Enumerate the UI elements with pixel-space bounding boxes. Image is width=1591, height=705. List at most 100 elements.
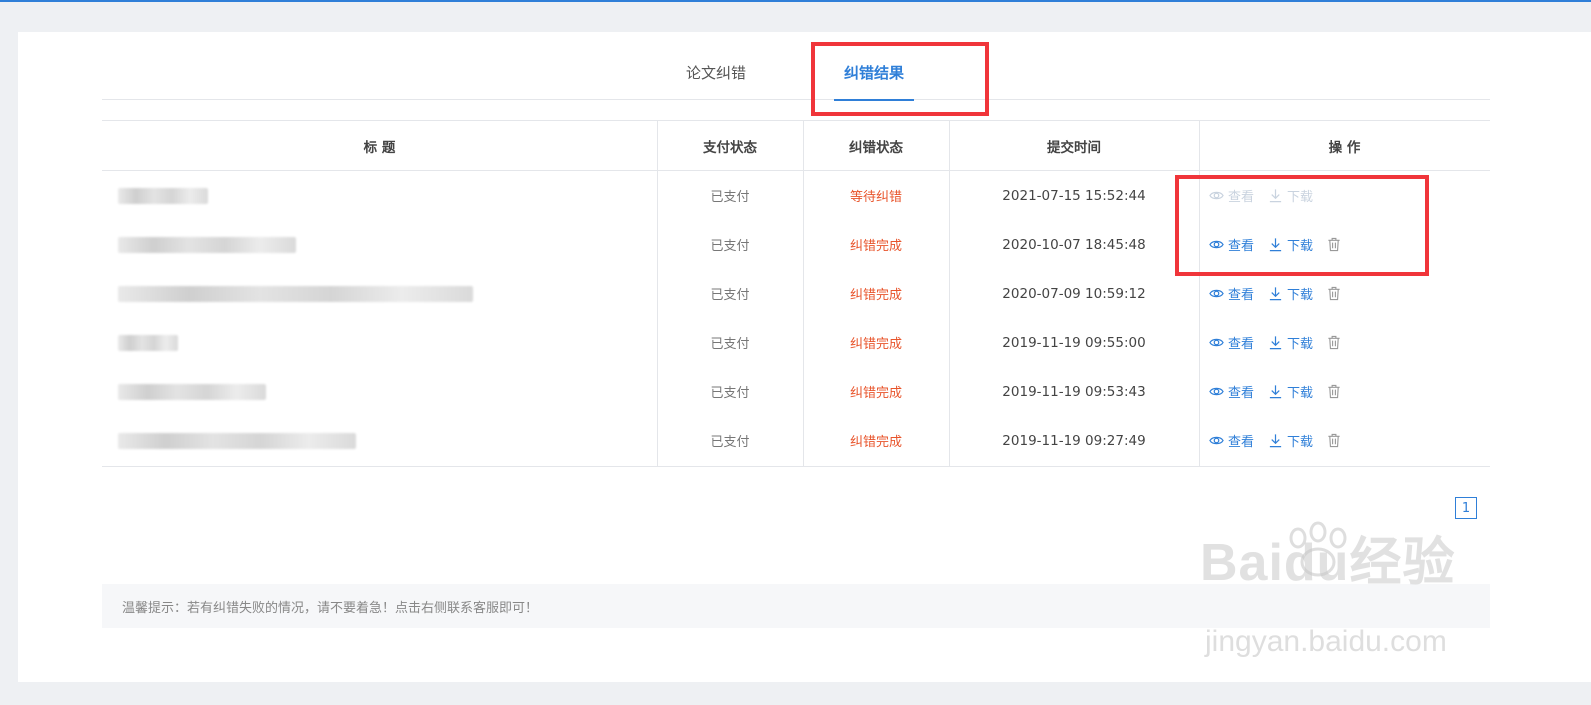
actions-cell: 查看 下载	[1199, 416, 1490, 465]
actions-cell: 查看 下载	[1199, 171, 1490, 220]
header-submit-time: 提交时间	[1047, 139, 1101, 156]
trash-icon	[1328, 433, 1340, 448]
tab-bar: 论文纠错 纠错结果	[102, 32, 1490, 101]
blurred-title	[118, 383, 266, 400]
table-row: 已支付 纠错完成 2019-11-19 09:27:49 查看 下载	[102, 416, 1490, 465]
download-button[interactable]: 下载	[1268, 284, 1313, 303]
delete-button[interactable]	[1327, 433, 1341, 448]
pay-status-cell: 已支付	[710, 190, 750, 205]
correction-status-cell: 纠错完成	[849, 435, 902, 450]
download-icon	[1269, 238, 1282, 252]
tip-text: 温馨提示：若有纠错失败的情况，请不要着急！点击右侧联系客服即可！	[122, 600, 539, 616]
page-number-button[interactable]: 1	[1455, 497, 1477, 519]
table-header-row: 标 题 支付状态 纠错状态 提交时间 操 作	[102, 121, 1490, 171]
correction-status-cell: 纠错完成	[849, 337, 902, 352]
header-actions: 操 作	[1328, 139, 1361, 156]
title-cell[interactable]	[102, 269, 657, 318]
title-cell[interactable]	[102, 220, 657, 269]
table-row: 已支付 纠错完成 2019-11-19 09:53:43 查看 下载	[102, 367, 1490, 416]
top-accent-line	[0, 0, 1591, 2]
view-button[interactable]: 查看	[1209, 382, 1254, 401]
trash-icon	[1328, 286, 1340, 301]
title-cell[interactable]	[102, 318, 657, 367]
view-label: 查看	[1228, 337, 1255, 352]
download-button[interactable]: 下载	[1268, 235, 1313, 254]
column-divider	[949, 121, 950, 467]
download-label: 下载	[1287, 337, 1314, 352]
title-cell[interactable]	[102, 367, 657, 416]
download-button[interactable]: 下载	[1268, 333, 1313, 352]
delete-button[interactable]	[1327, 237, 1341, 252]
download-label: 下载	[1287, 288, 1314, 303]
correction-status-cell: 纠错完成	[849, 386, 902, 401]
download-button[interactable]: 下载	[1268, 431, 1313, 450]
view-button[interactable]: 查看	[1209, 333, 1254, 352]
eye-icon	[1209, 191, 1224, 200]
view-label: 查看	[1228, 239, 1255, 254]
header-correction-status: 纠错状态	[849, 139, 903, 156]
correction-status-cell: 纠错完成	[849, 288, 902, 303]
view-button[interactable]: 查看	[1209, 235, 1254, 254]
submit-time-cell: 2020-07-09 10:59:12	[1002, 285, 1146, 302]
tip-banner: 温馨提示：若有纠错失败的情况，请不要着急！点击右侧联系客服即可！	[102, 584, 1490, 628]
tab-correction-results[interactable]: 纠错结果	[833, 62, 915, 101]
view-button[interactable]: 查看	[1209, 186, 1254, 205]
results-table: 标 题 支付状态 纠错状态 提交时间 操 作 已支付 等待纠错 2021-07-15…	[102, 120, 1490, 467]
table-row: 已支付 纠错完成 2020-10-07 18:45:48 查看 下载	[102, 220, 1490, 269]
view-label: 查看	[1228, 288, 1255, 303]
pay-status-cell: 已支付	[710, 386, 750, 401]
actions-cell: 查看 下载	[1199, 269, 1490, 318]
submit-time-cell: 2019-11-19 09:53:43	[1002, 383, 1146, 400]
download-icon	[1269, 385, 1282, 399]
delete-button[interactable]	[1327, 335, 1341, 350]
main-panel: 论文纠错 纠错结果 标 题 支付状态 纠错状态 提交时间 操 作 已支付 等待纠错…	[18, 32, 1591, 682]
eye-icon	[1209, 387, 1224, 396]
table-bottom-border	[102, 466, 1490, 467]
view-button[interactable]: 查看	[1209, 431, 1254, 450]
actions-cell: 查看 下载	[1199, 318, 1490, 367]
correction-status-cell: 纠错完成	[849, 239, 902, 254]
actions-cell: 查看 下载	[1199, 367, 1490, 416]
title-cell[interactable]	[102, 416, 657, 465]
eye-icon	[1209, 338, 1224, 347]
eye-icon	[1209, 240, 1224, 249]
header-pay-status: 支付状态	[703, 139, 757, 156]
actions-cell: 查看 下载	[1199, 220, 1490, 269]
tab-paper-correction[interactable]: 论文纠错	[686, 62, 746, 100]
blurred-title	[118, 285, 473, 302]
eye-icon	[1209, 436, 1224, 445]
submit-time-cell: 2019-11-19 09:27:49	[1002, 432, 1146, 449]
pay-status-cell: 已支付	[710, 337, 750, 352]
submit-time-cell: 2020-10-07 18:45:48	[1002, 236, 1146, 253]
view-label: 查看	[1228, 435, 1255, 450]
download-label: 下载	[1287, 190, 1314, 205]
view-label: 查看	[1228, 386, 1255, 401]
table-row: 已支付 纠错完成 2019-11-19 09:55:00 查看 下载	[102, 318, 1490, 367]
view-button[interactable]: 查看	[1209, 284, 1254, 303]
download-button[interactable]: 下载	[1268, 186, 1313, 205]
column-divider	[803, 121, 804, 467]
eye-icon	[1209, 289, 1224, 298]
trash-icon	[1328, 335, 1340, 350]
column-divider	[657, 121, 658, 467]
pay-status-cell: 已支付	[710, 288, 750, 303]
download-icon	[1269, 336, 1282, 350]
download-icon	[1269, 287, 1282, 301]
download-label: 下载	[1287, 386, 1314, 401]
title-cell[interactable]	[102, 171, 657, 220]
download-label: 下载	[1287, 435, 1314, 450]
download-icon	[1269, 434, 1282, 448]
download-button[interactable]: 下载	[1268, 382, 1313, 401]
blurred-title	[118, 236, 296, 253]
delete-button[interactable]	[1327, 286, 1341, 301]
table-row: 已支付 等待纠错 2021-07-15 15:52:44 查看 下载	[102, 171, 1490, 220]
download-icon	[1269, 189, 1282, 203]
trash-icon	[1328, 384, 1340, 399]
trash-icon	[1328, 237, 1340, 252]
download-label: 下载	[1287, 239, 1314, 254]
column-divider	[1199, 121, 1200, 467]
blurred-title	[118, 187, 208, 204]
delete-button[interactable]	[1327, 384, 1341, 399]
correction-status-cell: 等待纠错	[849, 190, 902, 205]
submit-time-cell: 2021-07-15 15:52:44	[1002, 187, 1146, 204]
